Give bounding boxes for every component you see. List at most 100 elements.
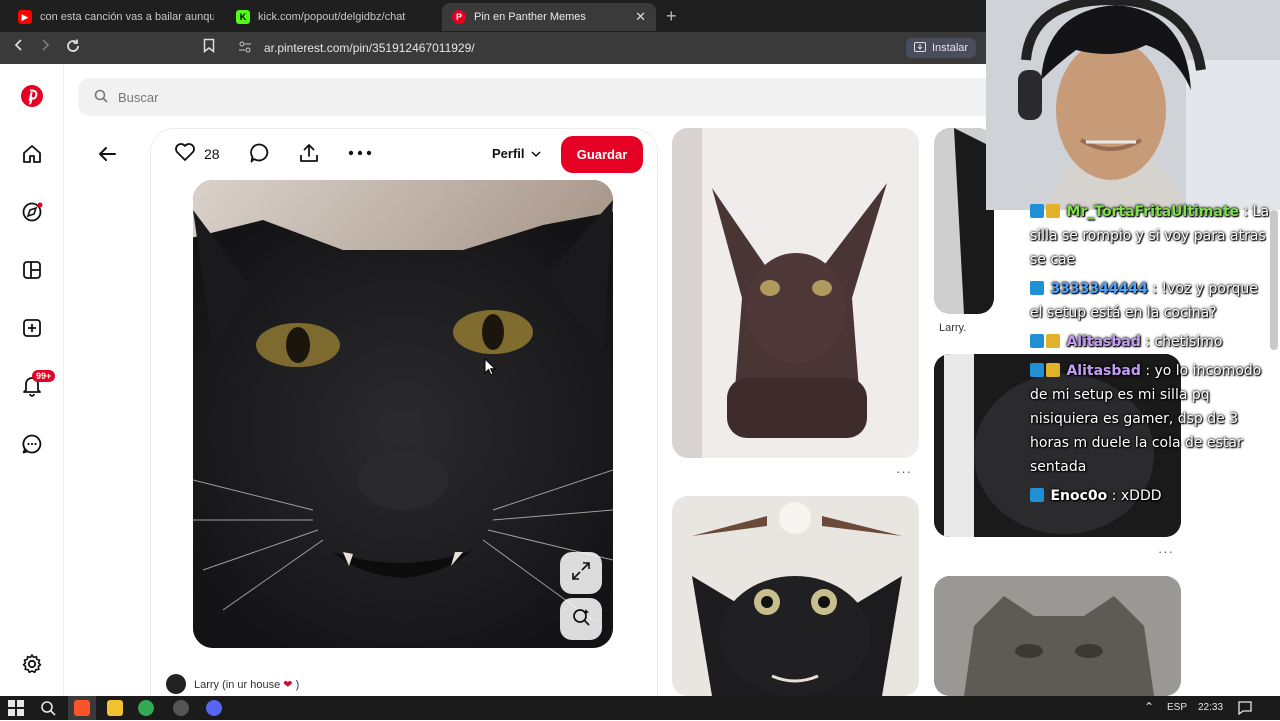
kick-favicon-icon: K — [236, 10, 250, 24]
chat-username: Alitasbad — [1066, 363, 1141, 379]
chat-message: Alitasbad : chetisimo — [1030, 330, 1270, 354]
chat-text: : xDDD — [1111, 488, 1162, 504]
chat-username: Enoc0o — [1050, 488, 1108, 504]
install-app-button[interactable]: Instalar — [906, 38, 977, 58]
chat-message: Enoc0o : xDDD — [1030, 484, 1270, 508]
black-cat-partial-photo — [934, 128, 994, 314]
expand-image-button[interactable] — [560, 552, 602, 594]
pin-main-image[interactable] — [193, 180, 613, 648]
grid-pin-image[interactable] — [934, 576, 1181, 696]
black-cat-photo — [193, 180, 613, 648]
like-button[interactable]: 28 — [174, 142, 220, 165]
chat-username: Alitasbad — [1066, 334, 1141, 350]
badge-icon — [1030, 363, 1044, 377]
browser-tab-kick[interactable]: K kick.com/popout/delgidbz/chat — [226, 3, 426, 31]
streamer-webcam-image — [986, 0, 1280, 210]
boards-icon[interactable] — [20, 258, 44, 282]
language-indicator[interactable]: ESP — [1167, 702, 1187, 713]
tab-title: kick.com/popout/delgidbz/chat — [258, 11, 406, 23]
install-icon — [914, 41, 926, 55]
more-options-icon — [348, 142, 372, 167]
badge-icon — [1030, 334, 1044, 348]
messages-icon[interactable] — [20, 432, 44, 456]
search-bar[interactable]: Buscar — [78, 78, 998, 116]
site-settings-icon[interactable] — [238, 40, 252, 57]
page-scrollbar[interactable] — [1270, 210, 1278, 350]
back-nav-icon[interactable] — [12, 38, 26, 56]
badge-icon — [1030, 204, 1044, 218]
search-icon — [94, 89, 108, 106]
author-avatar — [166, 674, 186, 694]
chevron-down-icon — [530, 146, 541, 161]
comment-icon — [249, 142, 271, 167]
chat-text: : chetisimo — [1145, 334, 1223, 350]
chat-username: 3333344444 — [1050, 281, 1148, 297]
notification-center-icon[interactable] — [1238, 701, 1252, 720]
clock-time[interactable]: 22:33 — [1198, 702, 1223, 713]
pinterest-logo-icon[interactable] — [20, 84, 44, 108]
mouse-cursor-icon — [484, 357, 497, 381]
bookmark-icon[interactable] — [203, 38, 215, 57]
visual-search-button[interactable] — [560, 598, 602, 640]
tab-title: con esta canción vas a bailar aunque — [40, 11, 214, 23]
badge-icon — [1030, 281, 1044, 295]
save-button[interactable]: Guardar — [561, 136, 643, 173]
chat-message: 3333344444 : !voz y porque el setup está… — [1030, 277, 1270, 325]
heart-icon — [174, 142, 196, 165]
notifications-badge: 99+ — [32, 370, 56, 382]
tray-chevron-up-icon[interactable]: ⌃ — [1144, 700, 1154, 714]
stream-chat-overlay: Mr_TortaFritaUltimate : La silla se romp… — [1030, 200, 1270, 513]
settings-gear-icon[interactable] — [20, 652, 44, 676]
grid-pin-image[interactable] — [934, 128, 994, 314]
comment-button[interactable] — [249, 142, 271, 167]
black-cat-ceiling-fan-photo — [672, 496, 919, 696]
windows-taskbar: ⌃ ESP 22:33 — [0, 696, 1280, 720]
forward-nav-icon[interactable] — [38, 38, 52, 56]
crown-icon — [1046, 204, 1060, 218]
crown-icon — [1046, 334, 1060, 348]
close-tab-icon[interactable]: ✕ — [635, 9, 646, 25]
expand-icon — [571, 561, 591, 586]
browser-tab-youtube[interactable]: ▶ con esta canción vas a bailar aunque — [8, 3, 214, 31]
discord-icon[interactable] — [206, 700, 222, 716]
back-arrow-icon[interactable] — [95, 142, 119, 166]
grid-pin-more-icon[interactable]: ··· — [896, 464, 912, 479]
share-button[interactable] — [298, 142, 320, 167]
more-options-button[interactable] — [348, 142, 372, 167]
profile-dropdown-label: Perfil — [492, 146, 525, 161]
browser-tab-pinterest[interactable]: P Pin en Panther Memes ✕ — [442, 3, 656, 31]
brave-browser-icon — [74, 700, 90, 716]
profile-dropdown[interactable]: Perfil — [492, 146, 541, 161]
obs-icon[interactable] — [173, 700, 189, 716]
search-placeholder: Buscar — [118, 89, 159, 105]
chat-message: Mr_TortaFritaUltimate : La silla se romp… — [1030, 200, 1270, 272]
grey-cat-photo — [934, 576, 1181, 696]
like-count: 28 — [204, 145, 220, 162]
grid-pin-caption: Larry. — [939, 322, 967, 334]
home-icon[interactable] — [20, 142, 44, 166]
windows-start-icon[interactable] — [8, 700, 24, 721]
author-caption: Larry (in ur house — [194, 678, 281, 691]
create-icon[interactable] — [20, 316, 44, 340]
badge-icon — [1030, 488, 1044, 502]
file-explorer-icon[interactable] — [107, 700, 123, 716]
share-icon — [298, 142, 320, 167]
pinterest-favicon-icon: P — [452, 10, 466, 24]
explore-icon[interactable] — [20, 200, 44, 224]
new-tab-icon[interactable]: + — [666, 6, 677, 27]
tab-title: Pin en Panther Memes — [474, 11, 586, 23]
chrome-icon[interactable] — [138, 700, 154, 716]
taskbar-brave-active[interactable] — [68, 696, 96, 720]
chat-text: : yo lo incomodo de mi setup es mi silla… — [1030, 363, 1262, 475]
address-bar[interactable]: ar.pinterest.com/pin/351912467011929/ — [230, 36, 970, 60]
crown-icon — [1046, 363, 1060, 377]
streamer-webcam — [986, 0, 1280, 210]
red-heart-icon: ❤ — [283, 678, 293, 691]
grid-pin-image[interactable] — [672, 128, 919, 458]
taskbar-search-icon[interactable] — [40, 700, 56, 721]
grid-pin-more-icon[interactable]: ··· — [1158, 544, 1174, 559]
chat-username: Mr_TortaFritaUltimate — [1066, 204, 1240, 220]
pin-author[interactable]: Larry (in ur house ❤ ) — [166, 674, 299, 694]
reload-icon[interactable] — [65, 38, 81, 58]
grid-pin-image[interactable] — [672, 496, 919, 696]
